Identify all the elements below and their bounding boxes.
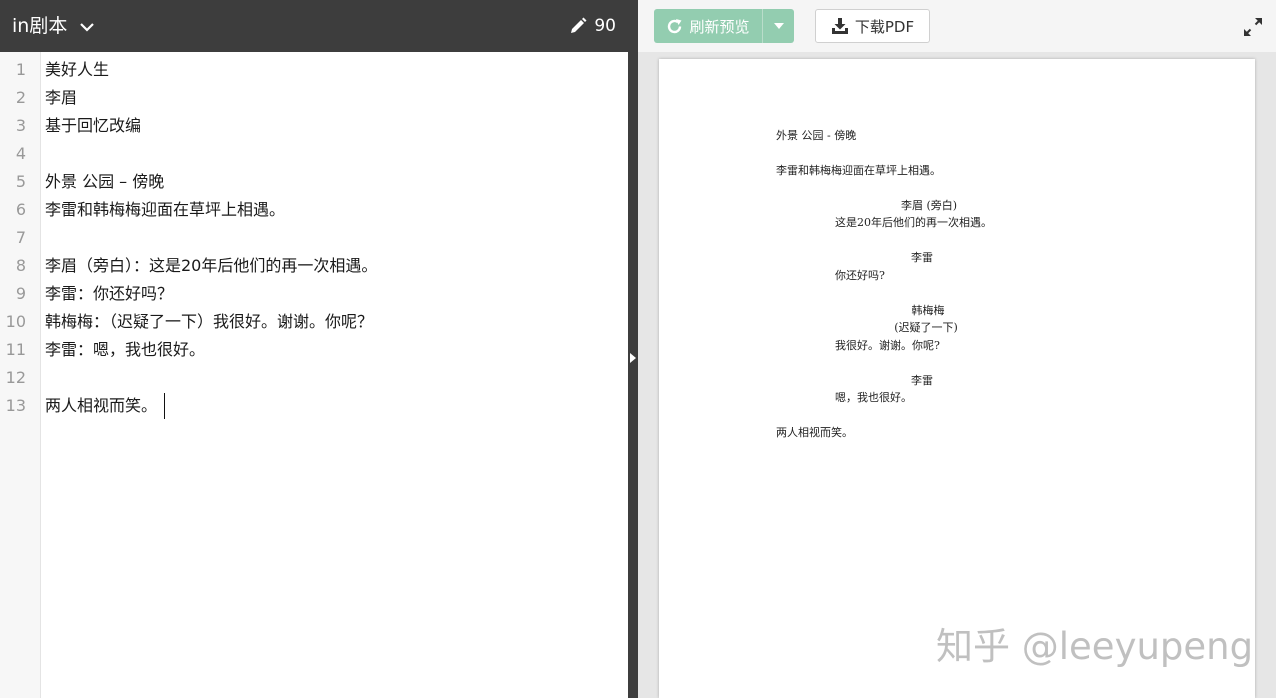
scene-heading: 外景 公园 - 傍晚 [776, 129, 857, 142]
refresh-preview-button[interactable]: 刷新预览 [654, 9, 762, 43]
preview-toolbar: 刷新预览 下载PDF [638, 0, 1276, 52]
line-number: 11 [5, 340, 26, 359]
line-number: 3 [15, 116, 26, 135]
triangle-right-icon[interactable] [629, 352, 637, 364]
editor-line[interactable]: 李雷：嗯，我也很好。 [45, 336, 205, 364]
app-title-menu[interactable]: in剧本 [12, 13, 95, 39]
line-number: 4 [15, 144, 26, 163]
editor-line[interactable]: 两人相视而笑。 [45, 392, 157, 420]
editor-line[interactable]: 李雷：你还好吗？ [45, 280, 173, 308]
parenthetical: (迟疑了一下) [894, 321, 958, 334]
refresh-options-dropdown[interactable] [762, 9, 794, 43]
dialogue-line: 我很好。谢谢。你呢? [835, 339, 940, 352]
line-number: 8 [15, 256, 26, 275]
line-number: 9 [15, 284, 26, 303]
line-number: 6 [15, 200, 26, 219]
text-cursor [164, 393, 165, 419]
editor-line[interactable]: 韩梅梅：（迟疑了一下）我很好。谢谢。你呢？ [45, 308, 373, 336]
character-name: 李眉 (旁白) [900, 199, 958, 212]
editor-line[interactable]: 基于回忆改编 [45, 112, 141, 140]
dialogue-line: 这是20年后他们的再一次相遇。 [835, 216, 992, 229]
refresh-preview-label: 刷新预览 [689, 17, 750, 36]
editor-line[interactable]: 美好人生 [45, 56, 109, 84]
watermark-text: 知乎 @leeyupeng [936, 625, 1254, 668]
line-number: 1 [15, 60, 26, 79]
caret-down-icon [773, 23, 784, 29]
line-number: 7 [15, 228, 26, 247]
download-icon [831, 17, 848, 34]
pane-divider[interactable] [628, 0, 638, 698]
line-number: 10 [5, 312, 26, 331]
pencil-icon [571, 17, 587, 33]
app-title: in剧本 [12, 15, 68, 37]
dialogue-line: 你还好吗? [835, 269, 885, 282]
line-number: 5 [15, 172, 26, 191]
script-editor[interactable]: 1 2 3 4 5 6 7 8 9 10 11 12 13 美好人生 李眉 基于… [0, 52, 628, 698]
expand-icon[interactable] [1242, 16, 1264, 38]
editor-line[interactable]: 李眉（旁白）：这是20年后他们的再一次相遇。 [45, 252, 377, 280]
character-name: 李雷 [911, 251, 933, 264]
action-line: 李雷和韩梅梅迎面在草坪上相遇。 [776, 164, 941, 177]
preview-page: 外景 公园 - 傍晚 李雷和韩梅梅迎面在草坪上相遇。 李眉 (旁白) 这是20年… [659, 59, 1255, 698]
editor-line[interactable]: 李雷和韩梅梅迎面在草坪上相遇。 [45, 196, 285, 224]
editor-line[interactable]: 外景 公园 – 傍晚 [45, 168, 164, 196]
chevron-down-icon [80, 23, 95, 32]
word-count[interactable]: 90 [569, 15, 616, 37]
line-number: 2 [15, 88, 26, 107]
refresh-icon [668, 18, 682, 33]
word-count-value: 90 [594, 16, 616, 36]
refresh-button-group: 刷新预览 [654, 9, 794, 43]
download-pdf-label: 下载PDF [854, 17, 915, 36]
dialogue-line: 嗯，我也很好。 [835, 391, 912, 404]
editor-top-bar: in剧本 90 [0, 0, 628, 52]
line-number-gutter: 1 2 3 4 5 6 7 8 9 10 11 12 13 [0, 52, 41, 698]
editor-line[interactable]: 李眉 [45, 84, 77, 112]
editor-pane: in剧本 90 1 2 3 4 5 6 7 8 9 10 11 12 13 美好… [0, 0, 628, 698]
line-number: 12 [5, 368, 26, 387]
character-name: 韩梅梅 [911, 304, 945, 317]
line-number: 13 [5, 396, 26, 415]
download-pdf-button[interactable]: 下载PDF [815, 9, 930, 43]
action-line: 两人相视而笑。 [776, 426, 853, 439]
preview-pane: 刷新预览 下载PDF 外景 公园 - 傍晚 李雷和韩梅梅迎面在草坪上相遇。 李眉… [638, 0, 1276, 698]
character-name: 李雷 [911, 374, 933, 387]
